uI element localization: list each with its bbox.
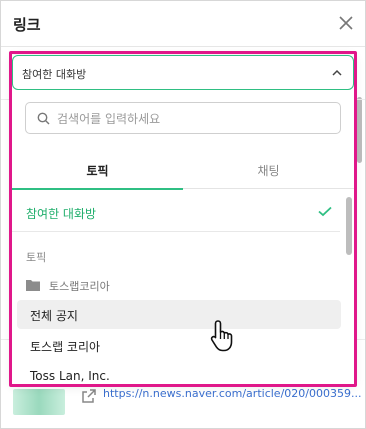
chevron-up-icon — [332, 69, 342, 76]
list-item[interactable]: Toss Lan, Inc. — [17, 362, 341, 384]
tab-topic-label: 토픽 — [86, 164, 109, 178]
page-scrollbar[interactable] — [357, 97, 362, 163]
list-item[interactable]: 전체 공지 — [17, 300, 341, 329]
select-value: 참여한 대화방 — [22, 68, 87, 81]
check-icon — [318, 206, 332, 217]
folder-label: 토스랩코리아 — [49, 280, 110, 293]
search-input[interactable] — [57, 109, 333, 129]
link-thumbnail[interactable] — [13, 389, 65, 415]
tab-chat-label: 채팅 — [257, 164, 280, 178]
external-link-icon — [82, 389, 96, 403]
active-tab-indicator — [12, 188, 183, 190]
list-scrollbar[interactable] — [346, 197, 352, 255]
hand-pointer-icon — [210, 320, 233, 352]
panel-title: 링크 — [13, 16, 41, 34]
link-panel: 링크 https://n.news.naver.com/article/020/… — [0, 0, 366, 429]
list-item[interactable]: 토스랩 코리아 — [17, 331, 341, 360]
folder-icon — [26, 280, 40, 291]
tab-topic[interactable]: 토픽 — [12, 153, 183, 190]
joined-rooms-label: 참여한 대화방 — [26, 207, 97, 221]
panel-header: 링크 — [1, 1, 365, 47]
search-icon — [37, 112, 50, 125]
tab-chat[interactable]: 채팅 — [183, 153, 354, 189]
close-icon[interactable] — [337, 14, 355, 32]
shared-link[interactable]: https://n.news.naver.com/article/020/000… — [103, 387, 361, 400]
room-filter-dropdown: 참여한 대화방 토픽 채팅 참여한 대화방 — [12, 55, 354, 384]
search-box — [25, 102, 341, 134]
joined-rooms-option[interactable]: 참여한 대화방 — [12, 192, 340, 232]
room-filter-select[interactable]: 참여한 대화방 — [12, 55, 354, 90]
section-label-topic: 토픽 — [26, 251, 47, 264]
tab-bar: 토픽 채팅 — [12, 153, 354, 190]
